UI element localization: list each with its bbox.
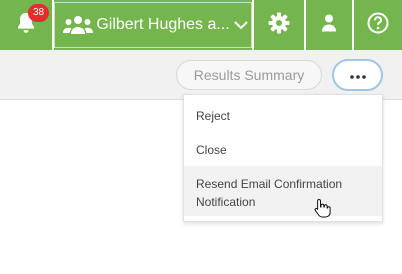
profile-button[interactable]	[306, 0, 352, 50]
notifications-button[interactable]: 38	[0, 0, 52, 50]
menu-item-resend-email-confirmation[interactable]: Resend Email Confirmation Notification	[184, 166, 382, 216]
team-selector-label: Gilbert Hughes a...	[96, 16, 230, 33]
help-icon	[367, 12, 389, 39]
more-actions-menu: Reject Close Resend Email Confirmation N…	[183, 94, 383, 222]
help-button[interactable]	[354, 0, 402, 50]
top-navigation-bar: 38 Gilbert Hughes a...	[0, 0, 402, 50]
users-icon	[63, 14, 94, 36]
settings-button[interactable]	[254, 0, 304, 50]
ellipsis-icon	[349, 66, 367, 84]
user-icon	[321, 14, 337, 37]
hand-pointer-icon	[313, 198, 331, 218]
gear-icon	[268, 12, 290, 39]
chevron-down-icon	[231, 15, 251, 35]
results-summary-button[interactable]: Results Summary	[176, 60, 322, 90]
more-actions-button[interactable]	[332, 59, 383, 91]
menu-item-close[interactable]: Close	[184, 141, 382, 163]
notification-count-badge: 38	[28, 4, 49, 22]
team-selector[interactable]: Gilbert Hughes a...	[54, 2, 252, 48]
menu-item-reject[interactable]: Reject	[184, 107, 382, 129]
